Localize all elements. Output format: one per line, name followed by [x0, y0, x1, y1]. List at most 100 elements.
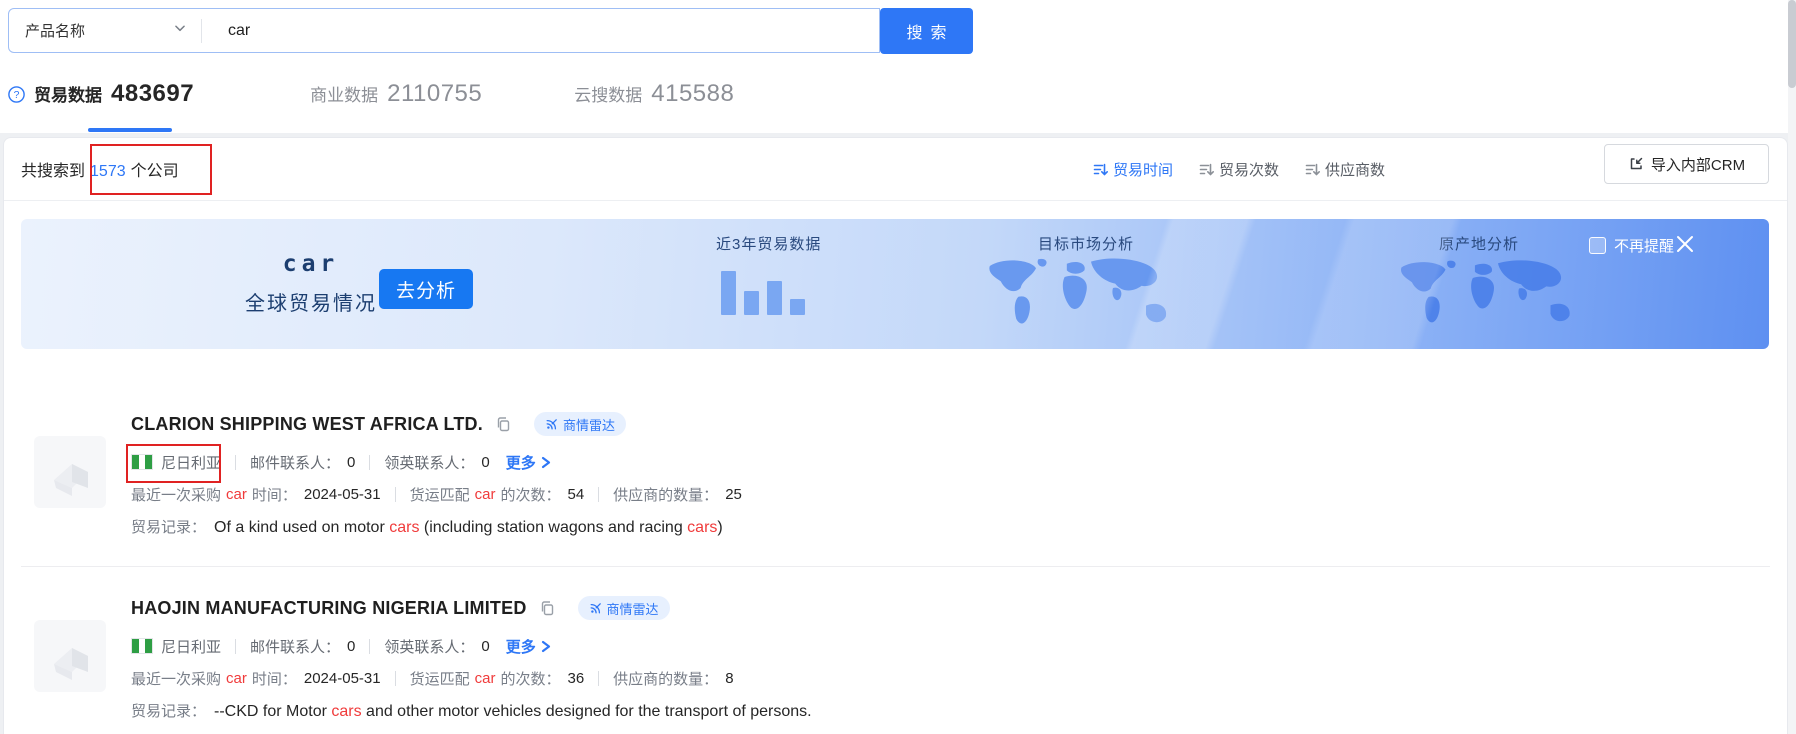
- company-name[interactable]: HAOJIN MANUFACTURING NIGERIA LIMITED: [131, 598, 527, 619]
- tab-label: 商业数据: [310, 81, 378, 106]
- analyze-button[interactable]: 去分析: [379, 269, 473, 309]
- trade-record-row: 贸易记录： Of a kind used on motor cars (incl…: [131, 516, 1770, 538]
- search-type-select[interactable]: 产品名称: [9, 20, 201, 41]
- company-meta-row: 尼日利亚 邮件联系人： 0 领英联系人： 0 更多: [131, 634, 1770, 658]
- company-thumbnail[interactable]: [34, 436, 106, 508]
- copy-icon[interactable]: [495, 416, 512, 433]
- import-icon: [1628, 156, 1644, 172]
- chevron-right-icon: [540, 456, 551, 469]
- import-crm-label: 导入内部CRM: [1651, 154, 1745, 175]
- more-link[interactable]: 更多: [506, 636, 551, 657]
- result-count-row: 共搜索到 1573 个公司 贸易时间 贸易次数 供应商数 导入内部CRM: [4, 138, 1787, 201]
- linkedin-contacts-value: 0: [481, 638, 489, 655]
- world-map-origin: [1393, 255, 1603, 343]
- search-type-label: 产品名称: [25, 20, 85, 41]
- tab-trade-data[interactable]: 贸易数据 483697: [34, 80, 194, 108]
- search-input[interactable]: car: [202, 22, 879, 40]
- search-button[interactable]: 搜索: [880, 8, 973, 54]
- supplier-count-value: 8: [725, 670, 733, 687]
- freight-label-pre: 货运匹配: [410, 484, 470, 505]
- company-list: CLARION SHIPPING WEST AFRICA LTD. 商情雷达 尼…: [4, 412, 1787, 722]
- more-link[interactable]: 更多: [506, 452, 551, 473]
- trade-record-text: --CKD for Motor cars and other motor veh…: [214, 703, 812, 721]
- tab-label: 云搜数据: [574, 81, 642, 106]
- company-meta-row: 尼日利亚 邮件联系人： 0 领英联系人： 0 更多: [131, 450, 1770, 474]
- company-thumbnail[interactable]: [34, 620, 106, 692]
- banner-subtitle: 全球贸易情况: [221, 287, 401, 316]
- radar-badge-label: 商情雷达: [607, 599, 659, 618]
- list-divider: [21, 566, 1770, 567]
- purchase-date-value: 2024-05-31: [304, 670, 381, 687]
- radar-badge[interactable]: 商情雷达: [534, 412, 626, 436]
- scrollbar-thumb[interactable]: [1788, 0, 1796, 88]
- banner-keyword: car: [221, 251, 401, 277]
- chevron-right-icon: [540, 640, 551, 653]
- freight-label-post: 的次数：: [500, 668, 560, 689]
- dismiss-label: 不再提醒: [1614, 235, 1674, 256]
- dismiss-checkbox[interactable]: [1589, 237, 1606, 254]
- trade-bar-chart: [721, 269, 831, 315]
- close-icon[interactable]: [1673, 232, 1697, 256]
- trade-record-label: 贸易记录：: [131, 700, 206, 721]
- trade-record-row: 贸易记录： --CKD for Motor cars and other mot…: [131, 700, 1770, 722]
- more-label: 更多: [506, 452, 536, 473]
- data-tabs: ? 贸易数据 483697 商业数据 2110755 云搜数据 415588: [8, 74, 734, 114]
- trade-record-text: Of a kind used on motor cars (including …: [214, 519, 723, 537]
- freight-count-value: 54: [567, 486, 584, 503]
- supplier-label: 供应商的数量：: [613, 484, 718, 505]
- sort-trade-count[interactable]: 贸易次数: [1199, 159, 1279, 180]
- results-card: 共搜索到 1573 个公司 贸易时间 贸易次数 供应商数 导入内部CRM car: [3, 137, 1788, 734]
- sort-label: 贸易次数: [1219, 159, 1279, 180]
- freight-label-post: 的次数：: [500, 484, 560, 505]
- sort-supplier-count[interactable]: 供应商数: [1305, 159, 1385, 180]
- email-contacts-label: 邮件联系人：: [250, 636, 340, 657]
- nigeria-flag-icon: [131, 454, 153, 470]
- email-contacts-label: 邮件联系人：: [250, 452, 340, 473]
- copy-icon[interactable]: [539, 600, 556, 617]
- linkedin-contacts-value: 0: [481, 454, 489, 471]
- supplier-label: 供应商的数量：: [613, 668, 718, 689]
- radar-icon: [545, 418, 558, 431]
- search-bar: 产品名称 car: [8, 8, 880, 53]
- sort-label: 贸易时间: [1113, 159, 1173, 180]
- tab-count: 483697: [111, 80, 194, 108]
- tab-count: 2110755: [387, 80, 482, 108]
- purchase-label-post: 时间：: [252, 668, 297, 689]
- scrollbar-track[interactable]: [1788, 0, 1796, 734]
- email-contacts-value: 0: [347, 638, 355, 655]
- world-map-market: [976, 255, 1206, 343]
- tab-label: 贸易数据: [34, 81, 102, 106]
- keyword-highlight: car: [475, 486, 496, 503]
- count-prefix: 共搜索到: [21, 163, 85, 180]
- import-crm-button[interactable]: 导入内部CRM: [1604, 144, 1769, 184]
- chevron-down-icon: [173, 21, 187, 40]
- page-header: 产品名称 car 搜索 ? 贸易数据 483697 商业数据 2110755 云…: [0, 0, 1788, 133]
- promo-banner: car 全球贸易情况 去分析 近3年贸易数据 目标市场分析 原产地分析: [21, 219, 1769, 349]
- tab-count: 415588: [651, 80, 734, 108]
- help-icon[interactable]: ?: [8, 86, 25, 103]
- more-label: 更多: [506, 636, 536, 657]
- sort-trade-time[interactable]: 贸易时间: [1093, 159, 1173, 180]
- svg-text:?: ?: [14, 89, 20, 101]
- banner-section-market-label: 目标市场分析: [1038, 233, 1134, 254]
- country-name: 尼日利亚: [161, 452, 221, 473]
- banner-section-trade-label: 近3年贸易数据: [716, 233, 821, 254]
- active-tab-underline: [88, 128, 172, 132]
- tab-cloud-search-data[interactable]: 云搜数据 415588: [574, 80, 734, 108]
- count-number: 1573: [90, 163, 126, 180]
- radar-badge-label: 商情雷达: [563, 415, 615, 434]
- company-stats-row: 最近一次采购 car 时间： 2024-05-31 货运匹配 car 的次数： …: [131, 483, 1770, 506]
- sort-controls: 贸易时间 贸易次数 供应商数: [1093, 138, 1385, 200]
- keyword-highlight: car: [475, 670, 496, 687]
- banner-section-origin-label: 原产地分析: [1439, 233, 1519, 254]
- purchase-label-pre: 最近一次采购: [131, 484, 221, 505]
- count-suffix: 个公司: [131, 163, 179, 180]
- dismiss-control: 不再提醒: [1589, 235, 1674, 256]
- purchase-date-value: 2024-05-31: [304, 486, 381, 503]
- company-name[interactable]: CLARION SHIPPING WEST AFRICA LTD.: [131, 414, 483, 435]
- trade-record-label: 贸易记录：: [131, 516, 206, 537]
- company-card: HAOJIN MANUFACTURING NIGERIA LIMITED 商情雷…: [21, 596, 1770, 722]
- freight-count-value: 36: [567, 670, 584, 687]
- tab-business-data[interactable]: 商业数据 2110755: [310, 80, 482, 108]
- radar-badge[interactable]: 商情雷达: [578, 596, 670, 620]
